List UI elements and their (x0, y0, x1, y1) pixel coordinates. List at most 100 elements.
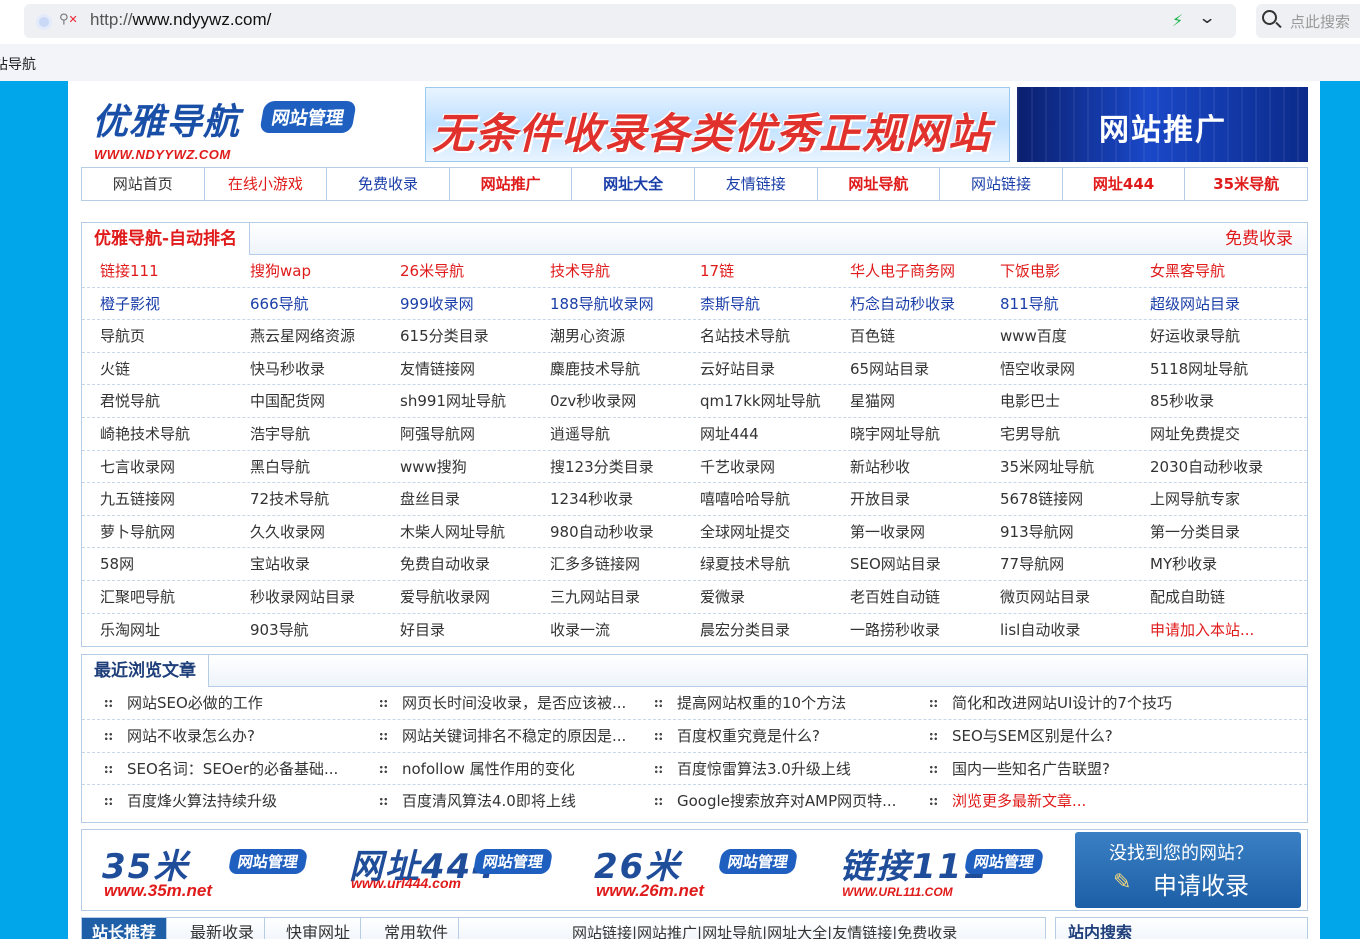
site-link[interactable]: www百度 (982, 320, 1132, 352)
site-link[interactable]: qm17kk网址导航 (682, 385, 832, 417)
site-link[interactable]: 名站技术导航 (682, 320, 832, 352)
address-bar[interactable]: ⚲✕ http://www.ndyywz.com/ ⚡ ⌄ (24, 4, 1236, 38)
site-link[interactable]: 爱导航收录网 (382, 581, 532, 613)
site-link[interactable]: 燕云星网络资源 (232, 320, 382, 352)
site-link[interactable]: 搜123分类目录 (532, 451, 682, 483)
site-link[interactable]: 晨宏分类目录 (682, 614, 832, 647)
article-link[interactable]: SEO名词：SEOer的必备基础... (82, 753, 357, 785)
site-link[interactable]: 615分类目录 (382, 320, 532, 352)
site-link[interactable]: 下饭电影 (982, 255, 1132, 287)
site-link[interactable]: 火链 (82, 353, 232, 385)
article-link[interactable]: 百度惊雷算法3.0升级上线 (632, 753, 907, 785)
article-link[interactable]: 简化和改进网站UI设计的7个技巧 (907, 687, 1182, 719)
partner-logo[interactable]: 35米 网站管理 www.35m.net (92, 835, 320, 905)
site-link[interactable]: 一路捞秒收录 (832, 614, 982, 647)
site-link[interactable]: 木柴人网址导航 (382, 516, 532, 548)
site-link[interactable]: 77导航网 (982, 548, 1132, 580)
site-link[interactable]: 85秒收录 (1132, 385, 1282, 417)
site-link[interactable]: 17链 (682, 255, 832, 287)
bottom-links[interactable]: 网站链接|网站推广|网址导航|网址大全|友情链接|免费收录 (572, 918, 957, 939)
site-link[interactable]: 技术导航 (532, 255, 682, 287)
site-link[interactable]: 第一分类目录 (1132, 516, 1282, 548)
site-link[interactable]: 七言收录网 (82, 451, 232, 483)
site-link[interactable]: 网址444 (682, 418, 832, 450)
article-link[interactable]: nofollow 属性作用的变化 (357, 753, 632, 785)
site-link[interactable]: 中国配货网 (232, 385, 382, 417)
site-link[interactable]: 好目录 (382, 614, 532, 647)
site-link[interactable]: 网址免费提交 (1132, 418, 1282, 450)
promo-banner[interactable]: 网站推广 (1017, 87, 1308, 162)
site-link[interactable]: 汇聚吧导航 (82, 581, 232, 613)
article-link[interactable]: 提高网站权重的10个方法 (632, 687, 907, 719)
site-link[interactable]: 999收录网 (382, 288, 532, 320)
partner-logo[interactable]: 链接111 网站管理 WWW.URL111.COM (830, 835, 1058, 905)
nav-item[interactable]: 在线小游戏 (205, 168, 328, 200)
site-link[interactable]: 980自动秒收录 (532, 516, 682, 548)
header-banner[interactable]: 无条件收录各类优秀正规网站 (425, 87, 1010, 162)
site-link[interactable]: 搜狗wap (232, 255, 382, 287)
site-logo[interactable]: 优雅导航 网站管理 WWW.NDYYWZ.COM (90, 91, 380, 162)
site-link[interactable]: 柰斯导航 (682, 288, 832, 320)
bottom-tab[interactable]: 站长推荐 (82, 918, 168, 939)
site-link[interactable]: 爱微录 (682, 581, 832, 613)
site-link[interactable]: 宝站收录 (232, 548, 382, 580)
article-link[interactable]: 国内一些知名广告联盟? (907, 753, 1182, 785)
site-link[interactable]: 三九网站目录 (532, 581, 682, 613)
site-link[interactable]: 35米网址导航 (982, 451, 1132, 483)
speed-mode-icon[interactable]: ⚡ (1172, 11, 1183, 30)
article-link[interactable]: SEO与SEM区别是什么? (907, 720, 1182, 752)
browser-search-box[interactable]: 点此搜索 (1256, 4, 1360, 38)
bottom-tab[interactable]: 最新收录 (180, 918, 266, 939)
article-link[interactable]: 网站SEO必做的工作 (82, 687, 357, 719)
site-link[interactable]: 百色链 (832, 320, 982, 352)
site-link[interactable]: 2030自动秒收录 (1132, 451, 1282, 483)
site-link[interactable]: 903导航 (232, 614, 382, 647)
site-link[interactable]: lisl自动收录 (982, 614, 1132, 647)
site-link[interactable]: 导航页 (82, 320, 232, 352)
site-link[interactable]: 千艺收录网 (682, 451, 832, 483)
nav-item[interactable]: 网址导航 (818, 168, 941, 200)
site-link[interactable]: 老百姓自动链 (832, 581, 982, 613)
site-link[interactable]: 黑白导航 (232, 451, 382, 483)
site-link[interactable]: 汇多多链接网 (532, 548, 682, 580)
site-link[interactable]: MY秒收录 (1132, 548, 1282, 580)
site-link[interactable]: 崎艳技术导航 (82, 418, 232, 450)
site-link[interactable]: 浩宇导航 (232, 418, 382, 450)
nav-item[interactable]: 免费收录 (327, 168, 450, 200)
site-link[interactable]: 绿夏技术导航 (682, 548, 832, 580)
site-link[interactable]: 逍遥导航 (532, 418, 682, 450)
site-link[interactable]: 麋鹿技术导航 (532, 353, 682, 385)
site-link[interactable]: 星猫网 (832, 385, 982, 417)
site-link[interactable]: 5678链接网 (982, 483, 1132, 515)
site-link[interactable]: 65网站目录 (832, 353, 982, 385)
partner-logo[interactable]: 网址444 网站管理 www.url444.com (339, 835, 567, 905)
site-link[interactable]: 女黑客导航 (1132, 255, 1282, 287)
site-link[interactable]: 上网导航专家 (1132, 483, 1282, 515)
apply-listing-button[interactable]: 没找到您的网站？ ✎ 申请收录 (1075, 832, 1301, 908)
nav-item[interactable]: 网站链接 (940, 168, 1063, 200)
bottom-tab[interactable]: 常用软件 (374, 918, 460, 939)
site-link[interactable]: 申请加入本站... (1132, 614, 1282, 647)
nav-item[interactable]: 网站推广 (450, 168, 573, 200)
site-link[interactable]: 晓宇网址导航 (832, 418, 982, 450)
site-link[interactable]: 九五链接网 (82, 483, 232, 515)
site-link[interactable]: 微页网站目录 (982, 581, 1132, 613)
free-submit-link[interactable]: 免费收录 (1225, 223, 1293, 255)
site-link[interactable]: 开放目录 (832, 483, 982, 515)
site-link[interactable]: 悟空收录网 (982, 353, 1132, 385)
site-link[interactable]: 0zv秒收录网 (532, 385, 682, 417)
nav-item[interactable]: 网址大全 (572, 168, 695, 200)
site-link[interactable]: 配成自助链 (1132, 581, 1282, 613)
site-link[interactable]: sh991网址导航 (382, 385, 532, 417)
cookie-blocked-icon[interactable]: ⚲✕ (59, 12, 78, 27)
site-link[interactable]: 君悦导航 (82, 385, 232, 417)
site-link[interactable]: 免费自动收录 (382, 548, 532, 580)
site-link[interactable]: 72技术导航 (232, 483, 382, 515)
article-link[interactable]: 百度权重究竟是什么? (632, 720, 907, 752)
site-link[interactable]: 友情链接网 (382, 353, 532, 385)
site-link[interactable]: 188导航收录网 (532, 288, 682, 320)
site-link[interactable]: 潮男心资源 (532, 320, 682, 352)
article-link[interactable]: Google搜索放弃对AMP网页特... (632, 785, 907, 818)
chevron-down-icon[interactable]: ⌄ (1198, 8, 1217, 28)
site-link[interactable]: SEO网站目录 (832, 548, 982, 580)
